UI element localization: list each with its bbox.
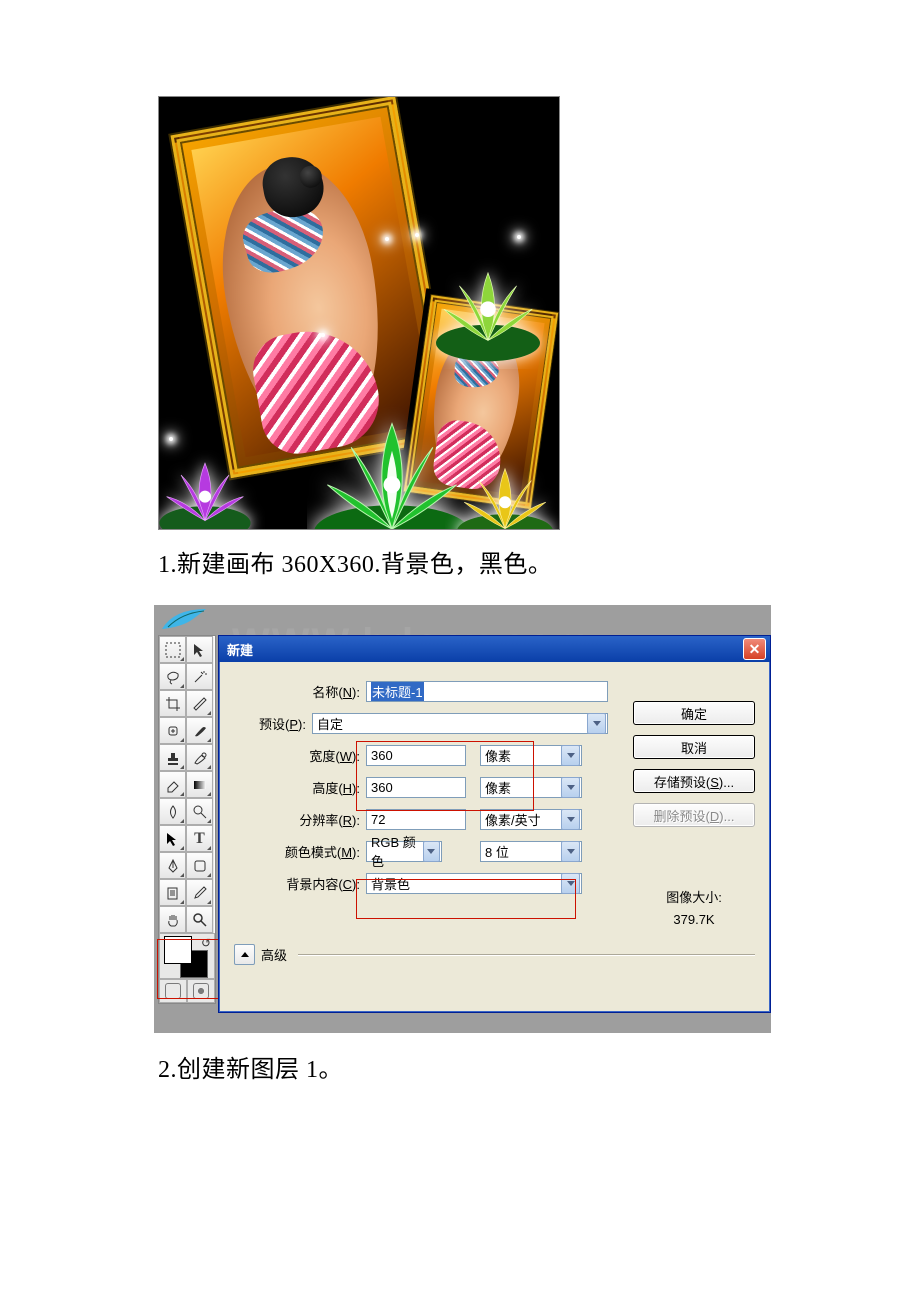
divider xyxy=(298,954,755,956)
tool-slice[interactable] xyxy=(186,690,213,717)
step-2-text: 2.创建新图层 1。 xyxy=(158,1049,766,1084)
tool-marquee[interactable] xyxy=(159,636,186,663)
tool-crop[interactable] xyxy=(159,690,186,717)
tool-dodge[interactable] xyxy=(186,798,213,825)
dialog-title: 新建 xyxy=(227,640,253,659)
tool-eyedrop[interactable] xyxy=(186,879,213,906)
dialog-titlebar: 新建 ✕ xyxy=(219,636,770,662)
tools-palette: T ↺ xyxy=(158,635,216,1004)
photoshop-screenshot: WWW.bdocx.com T xyxy=(154,605,771,1033)
color-mode-select[interactable]: RGB 颜色 xyxy=(366,841,442,862)
sparkle-icon xyxy=(321,333,325,337)
quickmask-mode-icon[interactable] xyxy=(187,979,215,1003)
chevron-down-icon[interactable] xyxy=(561,873,580,894)
chevron-down-icon[interactable] xyxy=(561,777,580,798)
width-input[interactable]: 360 xyxy=(366,745,466,766)
lotus-purple xyxy=(158,427,265,530)
tool-zoom[interactable] xyxy=(186,906,213,933)
chevron-down-icon[interactable] xyxy=(587,713,606,734)
delete-preset-button: 删除预设(D)... xyxy=(633,803,755,827)
chevron-down-icon[interactable] xyxy=(423,841,440,862)
name-input[interactable]: 未标题-1 xyxy=(366,681,608,702)
swap-colors-icon[interactable]: ↺ xyxy=(201,936,211,950)
sparkle-icon xyxy=(385,237,389,241)
lotus-yellow xyxy=(445,435,560,530)
tool-stamp[interactable] xyxy=(159,744,186,771)
tool-gradient[interactable] xyxy=(186,771,213,798)
chevron-icon[interactable] xyxy=(234,944,255,965)
ok-button[interactable]: 确定 xyxy=(633,701,755,725)
photoshop-feather-icon xyxy=(160,607,208,631)
name-label: 名称(N): xyxy=(234,682,366,701)
tool-shape[interactable] xyxy=(186,852,213,879)
cancel-button[interactable]: 取消 xyxy=(633,735,755,759)
background-label: 背景内容(C): xyxy=(234,874,366,893)
width-label: 宽度(W): xyxy=(234,746,366,765)
resolution-input[interactable]: 72 xyxy=(366,809,466,830)
step-1-text: 1.新建画布 360X360.背景色，黑色。 xyxy=(158,544,766,579)
height-unit-select[interactable]: 像素 xyxy=(480,777,582,798)
resolution-unit-select[interactable]: 像素/英寸 xyxy=(480,809,582,830)
lotus-green-small xyxy=(423,239,553,369)
tutorial-result-image xyxy=(158,96,560,530)
tool-path[interactable] xyxy=(159,825,186,852)
tool-blur[interactable] xyxy=(159,798,186,825)
resolution-label: 分辨率(R): xyxy=(234,810,366,829)
standard-mode-icon[interactable] xyxy=(159,979,187,1003)
height-label: 高度(H): xyxy=(234,778,366,797)
bit-depth-select[interactable]: 8 位 xyxy=(480,841,582,862)
width-unit-select[interactable]: 像素 xyxy=(480,745,582,766)
image-size-readout: 图像大小: 379.7K xyxy=(641,887,747,931)
tool-history[interactable] xyxy=(186,744,213,771)
tool-brush[interactable] xyxy=(186,717,213,744)
tool-notes[interactable] xyxy=(159,879,186,906)
chevron-down-icon[interactable] xyxy=(561,841,580,862)
close-button[interactable]: ✕ xyxy=(743,638,766,660)
tool-hand[interactable] xyxy=(159,906,186,933)
mode-label: 颜色模式(M): xyxy=(234,842,366,861)
foreground-color-swatch[interactable] xyxy=(164,936,192,964)
tool-heal[interactable] xyxy=(159,717,186,744)
tool-lasso[interactable] xyxy=(159,663,186,690)
tool-wand[interactable] xyxy=(186,663,213,690)
color-swatches[interactable]: ↺ xyxy=(159,933,215,979)
preset-label: 预设(P): xyxy=(234,714,312,733)
background-select[interactable]: 背景色 xyxy=(366,873,582,894)
advanced-toggle[interactable]: 高级 xyxy=(234,944,287,965)
tool-move[interactable] xyxy=(186,636,213,663)
chevron-down-icon[interactable] xyxy=(561,809,580,830)
save-preset-button[interactable]: 存储预设(S)... xyxy=(633,769,755,793)
chevron-down-icon[interactable] xyxy=(561,745,580,766)
new-document-dialog: 新建 ✕ 名称(N): 未标题-1 预设(P): 自定 宽度(W): 360 像… xyxy=(218,635,771,1013)
preset-select[interactable]: 自定 xyxy=(312,713,608,734)
tool-eraser[interactable] xyxy=(159,771,186,798)
tool-type[interactable]: T xyxy=(186,825,213,852)
height-input[interactable]: 360 xyxy=(366,777,466,798)
tool-pen[interactable] xyxy=(159,852,186,879)
